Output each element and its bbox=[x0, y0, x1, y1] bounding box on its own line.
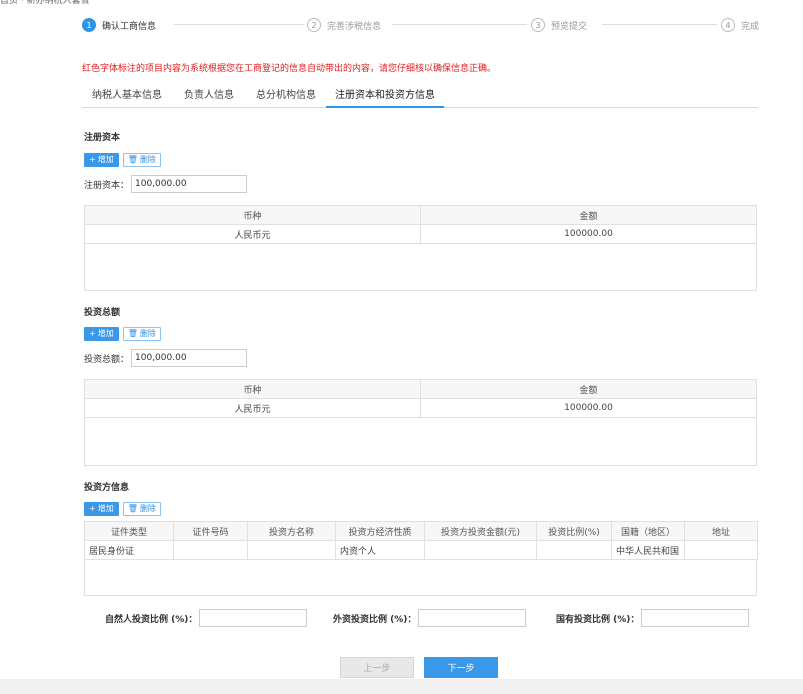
step-number: 2 bbox=[307, 18, 321, 32]
column-header: 币种 bbox=[84, 379, 421, 399]
step-4: 4 完成 bbox=[721, 16, 759, 34]
tab-bar: 纳税人基本信息 负责人信息 总分机构信息 注册资本和投资方信息 bbox=[82, 86, 758, 108]
tab-responsible-person[interactable]: 负责人信息 bbox=[184, 86, 234, 108]
capital-button-row: + 增加 🗑 删除 bbox=[84, 153, 161, 167]
step-label: 完善涉税信息 bbox=[327, 21, 382, 32]
foreign-ratio-row: 外资投资比例 (%)： bbox=[333, 609, 527, 627]
natural-person-ratio-row: 自然人投资比例 (%)： bbox=[105, 609, 308, 627]
capital-table: 币种 金额 人民币元 100000.00 bbox=[84, 205, 757, 244]
trash-icon: 🗑 bbox=[127, 155, 138, 164]
delete-investor-button[interactable]: 🗑 删除 bbox=[122, 502, 161, 516]
column-header: 投资方名称 bbox=[247, 521, 336, 541]
add-investment-button[interactable]: + 增加 bbox=[84, 327, 119, 341]
footer-band bbox=[0, 679, 803, 694]
step-2: 2 完善涉税信息 bbox=[307, 16, 381, 34]
table-row[interactable]: 人民币元 100000.00 bbox=[84, 398, 757, 418]
capital-input[interactable] bbox=[131, 175, 248, 193]
investor-table: 证件类型 证件号码 投资方名称 投资方经济性质 投资方投资金额(元) 投资比例(… bbox=[84, 521, 758, 560]
notice-text: 红色字体标注的项目内容为系统根据您在工商登记的信息自动带出的内容，请您仔细核以确… bbox=[82, 64, 497, 74]
foreign-ratio-label: 外资投资比例 (%)： bbox=[333, 614, 417, 625]
investor-button-row: + 增加 🗑 删除 bbox=[84, 502, 161, 516]
step-label: 完成 bbox=[741, 21, 760, 32]
column-header: 投资方投资金额(元) bbox=[424, 521, 537, 541]
capital-field-row: 注册资本： bbox=[84, 175, 248, 193]
add-capital-button[interactable]: + 增加 bbox=[84, 153, 119, 167]
plus-icon: + bbox=[89, 329, 96, 338]
step-label: 确认工商信息 bbox=[102, 21, 157, 32]
step-3: 3 预览提交 bbox=[531, 16, 587, 34]
table-row[interactable]: 居民身份证 内资个人 中华人民共和国 bbox=[84, 540, 758, 560]
prev-step-button[interactable]: 上一步 bbox=[340, 657, 414, 678]
step-number: 1 bbox=[82, 18, 96, 32]
foreign-ratio-input[interactable] bbox=[418, 609, 527, 627]
section-title-investor: 投资方信息 bbox=[84, 483, 130, 493]
state-ratio-label: 国有投资比例 (%)： bbox=[556, 614, 640, 625]
column-header: 金额 bbox=[420, 379, 757, 399]
capital-field-label: 注册资本： bbox=[84, 180, 130, 191]
column-header: 金额 bbox=[420, 205, 757, 225]
investment-button-row: + 增加 🗑 删除 bbox=[84, 327, 161, 341]
tab-taxpayer-basic[interactable]: 纳税人基本信息 bbox=[92, 86, 162, 108]
step-1: 1 确认工商信息 bbox=[82, 16, 156, 34]
add-investor-button[interactable]: + 增加 bbox=[84, 502, 119, 516]
state-ratio-row: 国有投资比例 (%)： bbox=[556, 609, 750, 627]
table-row[interactable]: 人民币元 100000.00 bbox=[84, 224, 757, 244]
step-label: 预览提交 bbox=[551, 21, 588, 32]
plus-icon: + bbox=[89, 504, 96, 513]
column-header: 币种 bbox=[84, 205, 421, 225]
tab-capital-investor[interactable]: 注册资本和投资方信息 bbox=[326, 86, 444, 108]
investor-table-empty-area bbox=[84, 560, 757, 596]
plus-icon: + bbox=[89, 155, 96, 164]
investment-field-row: 投资总额： bbox=[84, 349, 248, 367]
investment-input[interactable] bbox=[131, 349, 248, 367]
investment-table: 币种 金额 人民币元 100000.00 bbox=[84, 379, 757, 418]
capital-table-empty-area bbox=[84, 244, 757, 291]
delete-capital-button[interactable]: 🗑 删除 bbox=[122, 153, 161, 167]
delete-investment-button[interactable]: 🗑 删除 bbox=[122, 327, 161, 341]
step-progress: 1 确认工商信息 2 完善涉税信息 3 预览提交 4 完成 bbox=[82, 16, 762, 34]
column-header: 国籍（地区） bbox=[611, 521, 685, 541]
investment-table-empty-area bbox=[84, 418, 757, 466]
top-cut-text: 首页 · 新办纳税人套餐 bbox=[0, 0, 90, 5]
natural-person-ratio-input[interactable] bbox=[199, 609, 308, 627]
state-ratio-input[interactable] bbox=[641, 609, 750, 627]
next-step-button[interactable]: 下一步 bbox=[424, 657, 498, 678]
column-header: 投资方经济性质 bbox=[335, 521, 425, 541]
trash-icon: 🗑 bbox=[127, 504, 138, 513]
natural-person-ratio-label: 自然人投资比例 (%)： bbox=[105, 614, 198, 625]
section-title-total-investment: 投资总额 bbox=[84, 308, 121, 318]
step-number: 3 bbox=[531, 18, 545, 32]
column-header: 证件号码 bbox=[173, 521, 248, 541]
investment-field-label: 投资总额： bbox=[84, 354, 130, 365]
tab-branch-info[interactable]: 总分机构信息 bbox=[256, 86, 316, 108]
section-title-registered-capital: 注册资本 bbox=[84, 133, 121, 143]
column-header: 地址 bbox=[684, 521, 758, 541]
trash-icon: 🗑 bbox=[127, 329, 138, 338]
column-header: 证件类型 bbox=[84, 521, 174, 541]
step-number: 4 bbox=[721, 18, 735, 32]
column-header: 投资比例(%) bbox=[536, 521, 612, 541]
